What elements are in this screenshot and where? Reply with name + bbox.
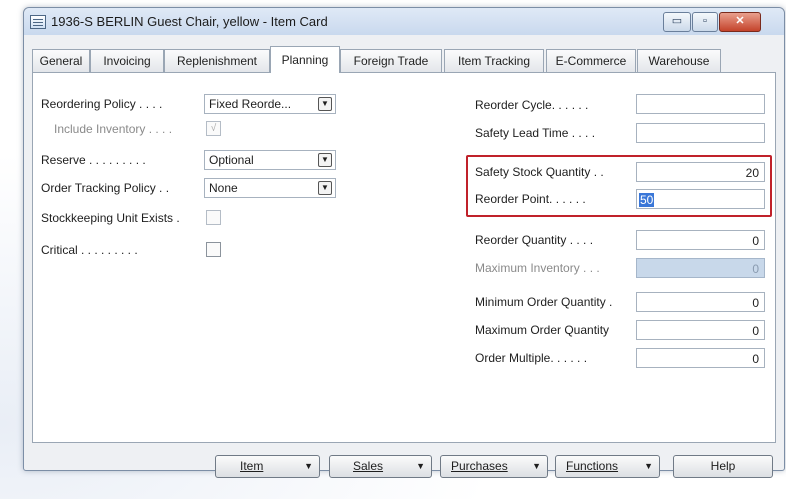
order-tracking-policy-value: None	[209, 181, 238, 195]
reorder-cycle-label: Reorder Cycle. . . . . .	[475, 98, 589, 112]
critical-label: Critical . . . . . . . . .	[41, 243, 138, 257]
maximum-order-quantity-label: Maximum Order Quantity	[475, 323, 610, 337]
chevron-down-icon[interactable]: ▼	[318, 97, 332, 111]
maximum-inventory-input: 0	[636, 258, 765, 278]
item-card-icon	[30, 15, 46, 29]
functions-button-label: Functions	[566, 459, 619, 473]
order-multiple-input[interactable]: 0	[636, 348, 765, 368]
sales-button[interactable]: Sales ▼	[329, 455, 432, 478]
reserve-value: Optional	[209, 153, 254, 167]
chevron-down-icon[interactable]: ▼	[318, 153, 332, 167]
item-card-window: 1936-S BERLIN Guest Chair, yellow - Item…	[23, 7, 785, 471]
chevron-down-icon: ▼	[304, 461, 313, 471]
maximize-button[interactable]: ▫	[692, 12, 718, 32]
highlight-box	[466, 155, 772, 217]
order-tracking-policy-select[interactable]: None ▼	[204, 178, 336, 198]
item-button[interactable]: Item ▼	[215, 455, 320, 478]
tab-planning[interactable]: Planning	[270, 46, 340, 73]
purchases-button[interactable]: Purchases ▼	[440, 455, 548, 478]
reorder-cycle-input[interactable]	[636, 94, 765, 114]
stockkeeping-unit-exists-label: Stockkeeping Unit Exists .	[41, 211, 180, 225]
tab-general[interactable]: General	[32, 49, 90, 72]
tab-replenishment[interactable]: Replenishment	[164, 49, 270, 72]
reordering-policy-label: Reordering Policy . . . .	[41, 97, 163, 111]
maximum-order-quantity-input[interactable]: 0	[636, 320, 765, 340]
reorder-quantity-label: Reorder Quantity . . . .	[475, 233, 594, 247]
chevron-down-icon: ▼	[416, 461, 425, 471]
reorder-quantity-input[interactable]: 0	[636, 230, 765, 250]
minimize-button[interactable]: ▭	[663, 12, 691, 32]
tab-invoicing[interactable]: Invoicing	[90, 49, 164, 72]
safety-lead-time-input[interactable]	[636, 123, 765, 143]
help-button[interactable]: Help	[673, 455, 773, 478]
title-bar[interactable]: 1936-S BERLIN Guest Chair, yellow - Item…	[24, 8, 784, 35]
sales-button-label: Sales	[353, 459, 384, 473]
reserve-select[interactable]: Optional ▼	[204, 150, 336, 170]
stockkeeping-unit-exists-checkbox[interactable]	[206, 210, 221, 225]
reserve-label: Reserve . . . . . . . . .	[41, 153, 146, 167]
close-button[interactable]: ✕	[719, 12, 761, 32]
minimum-order-quantity-input[interactable]: 0	[636, 292, 765, 312]
critical-checkbox[interactable]	[206, 242, 221, 257]
chevron-down-icon[interactable]: ▼	[318, 181, 332, 195]
order-tracking-policy-label: Order Tracking Policy . .	[41, 181, 170, 195]
include-inventory-label: Include Inventory . . . .	[54, 122, 173, 136]
tab-e-commerce[interactable]: E-Commerce	[546, 49, 636, 72]
chevron-down-icon: ▼	[644, 461, 653, 471]
functions-button[interactable]: Functions ▼	[555, 455, 660, 478]
tab-item-tracking[interactable]: Item Tracking	[444, 49, 544, 72]
item-button-label: Item	[240, 459, 264, 473]
purchases-button-label: Purchases	[451, 459, 508, 473]
maximum-inventory-label: Maximum Inventory . . .	[475, 261, 600, 275]
order-multiple-label: Order Multiple. . . . . .	[475, 351, 588, 365]
tab-foreign-trade[interactable]: Foreign Trade	[340, 49, 442, 72]
minimum-order-quantity-label: Minimum Order Quantity .	[475, 295, 613, 309]
safety-lead-time-label: Safety Lead Time . . . .	[475, 126, 596, 140]
chevron-down-icon: ▼	[532, 461, 541, 471]
reordering-policy-select[interactable]: Fixed Reorde... ▼	[204, 94, 336, 114]
tab-warehouse[interactable]: Warehouse	[637, 49, 721, 72]
include-inventory-checkbox[interactable]: √	[206, 121, 221, 136]
reordering-policy-value: Fixed Reorde...	[209, 97, 292, 111]
window-title: 1936-S BERLIN Guest Chair, yellow - Item…	[51, 14, 328, 29]
